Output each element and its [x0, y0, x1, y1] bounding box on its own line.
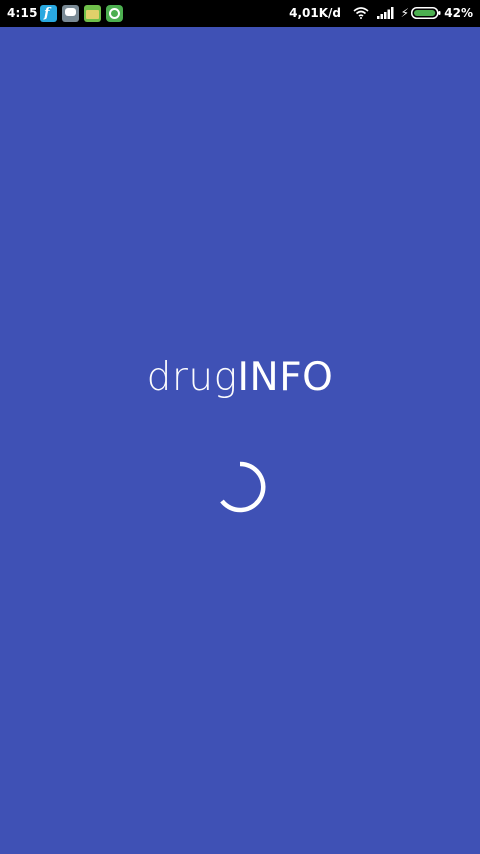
charging-icon: ⚡: [400, 6, 409, 20]
notification-icons: f: [40, 5, 123, 22]
status-right: 4,01K/d ⚡ 42%: [233, 6, 473, 22]
network-speed: 4,01K/d: [289, 6, 341, 20]
app-title-light: drug: [146, 355, 238, 400]
app-notification-icon: f: [40, 5, 57, 22]
sync-notification-icon: [106, 5, 123, 22]
battery-icon: [411, 7, 441, 19]
status-time: 4:15: [7, 6, 38, 20]
app-title: drugINFO: [0, 352, 480, 404]
loading-spinner: [220, 461, 266, 513]
wifi-icon: [353, 7, 369, 19]
app-title-bold: INFO: [237, 355, 334, 400]
message-notification-icon: [62, 5, 79, 22]
status-bar: 4:15 f 4,01K/d ⚡ 42%: [0, 0, 480, 27]
download-notification-icon: [84, 5, 101, 22]
signal-icon: [377, 7, 394, 19]
battery-percent: 42%: [444, 6, 473, 20]
